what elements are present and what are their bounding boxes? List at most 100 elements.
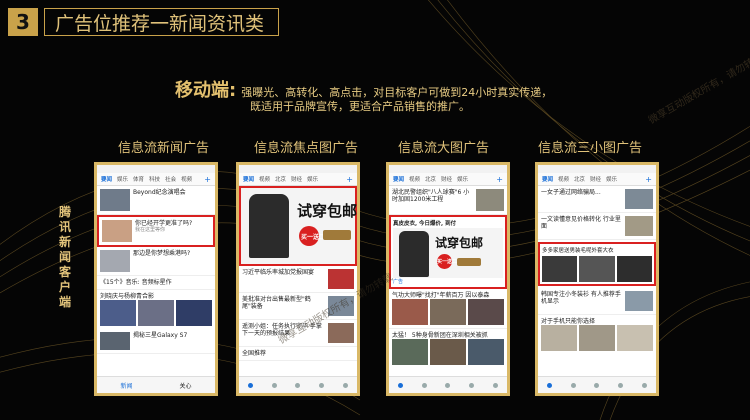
video-icon[interactable] <box>445 382 451 388</box>
tab-item[interactable]: 财经 <box>291 175 302 183</box>
list-item[interactable]: 刘晓庆与杨柳青合影 <box>97 290 215 329</box>
item-title: 全国推荐 <box>242 350 267 357</box>
tab-item[interactable]: 娱乐 <box>117 175 128 183</box>
ad-item[interactable]: 你已经开学更准了吗? 我在这里等你 <box>97 215 215 247</box>
profile-icon[interactable] <box>492 382 498 388</box>
home-icon[interactable] <box>547 382 553 388</box>
video-icon[interactable] <box>594 382 600 388</box>
list-item[interactable]: 《15个》音乐: 音频标星作 <box>97 276 215 290</box>
thumbnail <box>100 332 130 350</box>
tab-bar: 要闻 视频 北京 财经 娱乐 + <box>389 173 507 186</box>
list-item[interactable]: 一女子通过网络骗局... <box>538 186 656 213</box>
description: 移动端: 强曝光、高转化、高点击，对目标客户可做到24小时真实传递， 既适用于品… <box>175 76 552 113</box>
add-channel-icon[interactable]: + <box>346 175 353 184</box>
ad-headline: 试穿包邮 <box>435 236 484 250</box>
thumbnail <box>328 323 354 343</box>
item-title: 刘晓庆与杨柳青合影 <box>100 293 155 300</box>
tab-item[interactable]: 要闻 <box>243 175 254 183</box>
tab-item[interactable]: 视频 <box>181 175 192 183</box>
tab-item[interactable]: 北京 <box>425 175 436 183</box>
status-bar <box>538 165 656 173</box>
thumbnail <box>328 269 354 289</box>
list-item[interactable]: 韩国专注小冬装衫 有人推荐手机显示 <box>538 288 656 315</box>
thumbnail <box>476 189 504 211</box>
profile-icon[interactable] <box>342 382 348 388</box>
tab-item[interactable]: 娱乐 <box>606 175 617 183</box>
home-icon[interactable] <box>248 382 254 388</box>
bottom-bar <box>239 376 357 393</box>
phone-threeimage-ad: 要闻 视频 北京 财经 娱乐 + 一女子通过网络骗局... 一文读懂意见价格转化… <box>535 162 659 396</box>
belt-image <box>457 258 481 266</box>
recommend-icon[interactable] <box>421 382 427 388</box>
list-item[interactable]: 对于手机只能你选择 <box>538 315 656 354</box>
tab-item[interactable]: 娱乐 <box>307 175 318 183</box>
list-item[interactable]: 太猛！ 5种身骨新团在深圳相关被抓 <box>389 329 507 368</box>
tab-item[interactable]: 娱乐 <box>457 175 468 183</box>
panel-title-threeimage: 信息流三小图广告 <box>538 141 643 156</box>
panel-title-news: 信息流新闻广告 <box>118 141 210 156</box>
list-item[interactable]: 气功大师曝"找打"年薪百万 因以泰森 <box>389 289 507 329</box>
three-image-ad[interactable]: 多多家居送男装毛呢外套大衣 <box>538 242 656 286</box>
tab-item[interactable]: 北京 <box>574 175 585 183</box>
bottom-tab[interactable]: 新闻 <box>120 381 132 390</box>
ad-sub: 买一送二 <box>437 259 458 265</box>
focus-ad[interactable]: 试穿包邮 买一送二 <box>239 186 357 266</box>
tab-item[interactable]: 要闻 <box>393 175 404 183</box>
tab-item[interactable]: 要闻 <box>101 175 112 183</box>
item-title: 那边是你梦想乘港吗? <box>133 250 191 257</box>
ad-tag: 广告 <box>393 279 404 285</box>
big-ad-image: 试穿包邮 买一送二 <box>393 228 503 278</box>
section-title: 广告位推荐一新闻资讯类 <box>44 8 280 36</box>
image-grid <box>100 300 212 326</box>
discover-icon[interactable] <box>469 382 475 388</box>
panel-title-focus: 信息流焦点图广告 <box>254 141 359 156</box>
ad-headline: 试穿包邮 <box>297 202 358 220</box>
recommend-icon[interactable] <box>570 382 576 388</box>
tab-item[interactable]: 财经 <box>590 175 601 183</box>
list-item[interactable]: 习近平临乐率城加党报国宴 <box>239 266 357 293</box>
tab-item[interactable]: 要闻 <box>542 175 553 183</box>
profile-icon[interactable] <box>641 382 647 388</box>
discover-icon[interactable] <box>618 382 624 388</box>
video-icon[interactable] <box>295 382 301 388</box>
tab-item[interactable]: 视频 <box>558 175 569 183</box>
discover-icon[interactable] <box>319 382 325 388</box>
list-item[interactable]: 湖北民警组织"八人球赛"6 小时加固1200米工程 <box>389 186 507 215</box>
list-item[interactable]: 全国推荐 <box>239 347 357 361</box>
tab-bar: 要闻 视频 北京 财经 娱乐 + <box>538 173 656 186</box>
add-channel-icon[interactable]: + <box>204 175 211 184</box>
list-item[interactable]: 一文读懂意见价格转化 行业里面 <box>538 213 656 240</box>
recommend-icon[interactable] <box>271 382 277 388</box>
tab-item[interactable]: 科技 <box>149 175 160 183</box>
ad-subtitle: 我在这里等你 <box>135 227 166 233</box>
tab-item[interactable]: 视频 <box>259 175 270 183</box>
ad-title: 多多家居送男装毛呢外套大衣 <box>542 248 614 254</box>
tab-item[interactable]: 北京 <box>275 175 286 183</box>
ad-image-grid <box>542 256 652 282</box>
add-channel-icon[interactable]: + <box>496 175 503 184</box>
tab-bar: 要闻 视频 北京 财经 娱乐 + <box>239 173 357 186</box>
item-title: 一女子通过网络骗局... <box>541 189 601 196</box>
item-title: 湖北民警组织"八人球赛"6 小时加固1200米工程 <box>392 189 470 203</box>
add-channel-icon[interactable]: + <box>645 175 652 184</box>
phone-bigimage-ad: 要闻 视频 北京 财经 娱乐 + 湖北民警组织"八人球赛"6 小时加固1200米… <box>386 162 510 396</box>
status-bar <box>97 165 215 173</box>
bottom-tab[interactable]: 关心 <box>179 381 191 390</box>
list-item[interactable]: Beyond纪念演唱会 <box>97 186 215 215</box>
tab-item[interactable]: 视频 <box>409 175 420 183</box>
section-header: 3 广告位推荐一新闻资讯类 <box>8 8 280 36</box>
ad-title: 你已经开学更准了吗? <box>135 220 193 227</box>
thumbnail <box>625 291 653 311</box>
big-image-ad[interactable]: 真皮皮衣, 今日爆价, 到付 试穿包邮 买一送二 广告 <box>389 215 507 289</box>
image-grid <box>541 325 653 351</box>
tab-item[interactable]: 财经 <box>441 175 452 183</box>
tab-item[interactable]: 体育 <box>133 175 144 183</box>
status-bar <box>239 165 357 173</box>
list-item[interactable]: 揭秘三星Galaxy S7 <box>97 329 215 354</box>
jacket-image <box>249 194 289 258</box>
jacket-image <box>399 231 429 277</box>
ad-top-text: 真皮皮衣, 今日爆价, 到付 <box>393 221 457 227</box>
list-item[interactable]: 那边是你梦想乘港吗? <box>97 247 215 276</box>
home-icon[interactable] <box>398 382 404 388</box>
tab-item[interactable]: 社会 <box>165 175 176 183</box>
